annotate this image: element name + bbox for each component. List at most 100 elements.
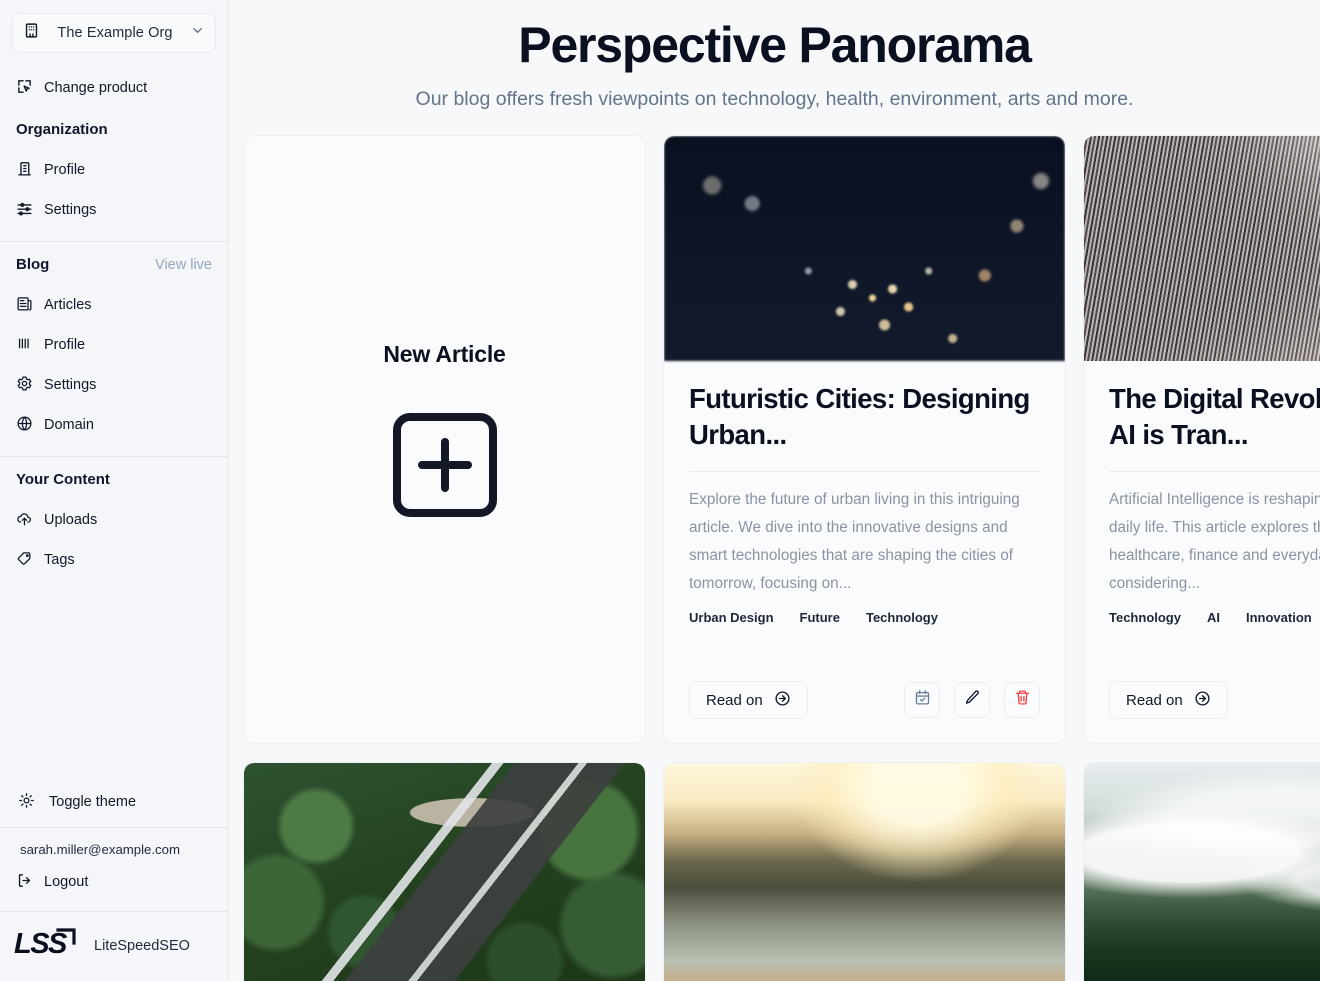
litespeedseo-logo-icon: LSS <box>14 926 80 965</box>
org-switcher[interactable]: The Example Org <box>12 13 216 53</box>
section-items: Profile Settings <box>0 153 228 227</box>
article-card[interactable] <box>243 762 646 981</box>
svg-text:LSS: LSS <box>14 928 68 960</box>
title-divider <box>689 470 1040 472</box>
sidebar: The Example Org Change product Organizat… <box>0 0 229 981</box>
page-header: Perspective Panorama Our blog offers fre… <box>229 0 1320 111</box>
sidebar-item-tags[interactable]: Tags <box>0 543 228 577</box>
article-title: The Digital Revolution: How AI is Tran..… <box>1109 383 1320 451</box>
article-image <box>1084 136 1320 361</box>
sidebar-item-label: Domain <box>44 416 94 433</box>
article-actions: Read on <box>1084 681 1320 743</box>
arrow-right-circle-icon <box>774 690 791 711</box>
sidebar-divider <box>0 456 228 457</box>
newspaper-icon <box>16 295 33 316</box>
article-tag[interactable]: Urban Design <box>689 610 774 625</box>
cloud-upload-icon <box>16 510 33 531</box>
section-header: Your Content <box>0 471 228 497</box>
tag-icon <box>16 550 33 571</box>
sidebar-item-domain[interactable]: Domain <box>0 408 228 442</box>
building-icon <box>23 22 40 44</box>
sidebar-item-blog-profile[interactable]: Profile <box>0 328 228 362</box>
article-image <box>1084 763 1320 981</box>
article-excerpt: Artificial Intelligence is reshaping ind… <box>1109 490 1320 593</box>
logout-button[interactable]: Logout <box>0 865 228 899</box>
sidebar-section-organization: Organization Profile Settings <box>0 121 228 242</box>
chevron-down-icon <box>190 23 205 43</box>
sidebar-item-org-profile[interactable]: Profile <box>0 153 228 187</box>
sidebar-item-label: Change product <box>44 79 148 96</box>
pencil-icon <box>964 689 981 711</box>
sidebar-item-label: Uploads <box>44 511 98 528</box>
article-tag[interactable]: Technology <box>1109 610 1181 625</box>
article-tag[interactable]: Future <box>800 610 840 625</box>
section-title: Blog <box>16 256 50 273</box>
cursor-click-icon <box>16 78 33 99</box>
read-on-label: Read on <box>706 691 763 709</box>
toggle-theme-label: Toggle theme <box>49 793 137 810</box>
section-items: Uploads Tags <box>0 503 228 577</box>
sidebar-item-change-product[interactable]: Change product <box>0 71 228 105</box>
sidebar-item-uploads[interactable]: Uploads <box>0 503 228 537</box>
app-root: The Example Org Change product Organizat… <box>0 0 1320 981</box>
article-title: Futuristic Cities: Designing Urban... <box>689 383 1030 451</box>
section-header: Blog View live <box>0 256 228 282</box>
new-article-card[interactable]: New Article <box>243 135 646 744</box>
trash-icon <box>1014 689 1031 711</box>
article-tag[interactable]: Innovation <box>1246 610 1312 625</box>
article-icon-actions <box>904 682 1040 718</box>
logout-label: Logout <box>44 873 89 890</box>
schedule-button[interactable] <box>904 682 940 718</box>
new-article-title: New Article <box>383 341 506 367</box>
section-title: Your Content <box>16 471 110 488</box>
article-image <box>664 136 1065 361</box>
sidebar-item-org-settings[interactable]: Settings <box>0 193 228 227</box>
article-excerpt: Explore the future of urban living in th… <box>689 490 1020 593</box>
read-on-button[interactable]: Read on <box>689 681 808 719</box>
article-image <box>244 763 645 981</box>
delete-button[interactable] <box>1004 682 1040 718</box>
plus-square-icon[interactable] <box>392 413 497 517</box>
gear-icon <box>16 375 33 396</box>
sidebar-item-articles[interactable]: Articles <box>0 288 228 322</box>
toggle-theme-row: Toggle theme <box>0 783 228 821</box>
sidebar-section-your-content: Your Content Uploads Tags <box>0 471 228 577</box>
main-content: Perspective Panorama Our blog offers fre… <box>229 0 1320 981</box>
sidebar-item-label: Settings <box>44 376 97 393</box>
sidebar-item-label: Articles <box>44 296 92 313</box>
columns-icon <box>16 335 33 356</box>
article-tags: Urban Design Future Technology <box>689 610 1040 625</box>
arrow-right-circle-icon <box>1194 690 1211 711</box>
title-divider <box>1109 470 1320 472</box>
brand-footer: LSS LiteSpeedSEO <box>0 912 228 981</box>
article-card[interactable] <box>1083 762 1320 981</box>
article-card[interactable] <box>663 762 1066 981</box>
read-on-label: Read on <box>1126 691 1183 709</box>
change-product-row: Change product <box>0 71 228 105</box>
sidebar-item-label: Tags <box>44 551 75 568</box>
org-name: The Example Org <box>57 25 173 41</box>
page-subtitle: Our blog offers fresh viewpoints on tech… <box>415 88 1134 110</box>
calendar-check-icon <box>914 689 931 711</box>
read-on-button[interactable]: Read on <box>1109 681 1228 719</box>
view-live-link[interactable]: View live <box>155 257 212 273</box>
sun-icon <box>18 792 35 813</box>
globe-icon <box>16 415 33 436</box>
sliders-icon <box>16 200 33 221</box>
sidebar-item-label: Settings <box>44 201 97 218</box>
article-body: Futuristic Cities: Designing Urban... Ex… <box>664 361 1065 681</box>
logout-row: Logout <box>0 865 228 899</box>
building-profile-icon <box>16 160 33 181</box>
sidebar-item-label: Profile <box>44 161 86 178</box>
article-card[interactable]: Futuristic Cities: Designing Urban... Ex… <box>663 135 1066 744</box>
article-tag[interactable]: Technology <box>866 610 938 625</box>
article-card[interactable]: The Digital Revolution: How AI is Tran..… <box>1083 135 1320 744</box>
sidebar-item-blog-settings[interactable]: Settings <box>0 368 228 402</box>
article-body: The Digital Revolution: How AI is Tran..… <box>1084 361 1320 681</box>
edit-button[interactable] <box>954 682 990 718</box>
page-title: Perspective Panorama <box>518 17 1032 73</box>
article-tag[interactable]: AI <box>1207 610 1220 625</box>
toggle-theme-button[interactable]: Toggle theme <box>0 783 228 821</box>
sidebar-divider <box>0 241 228 242</box>
